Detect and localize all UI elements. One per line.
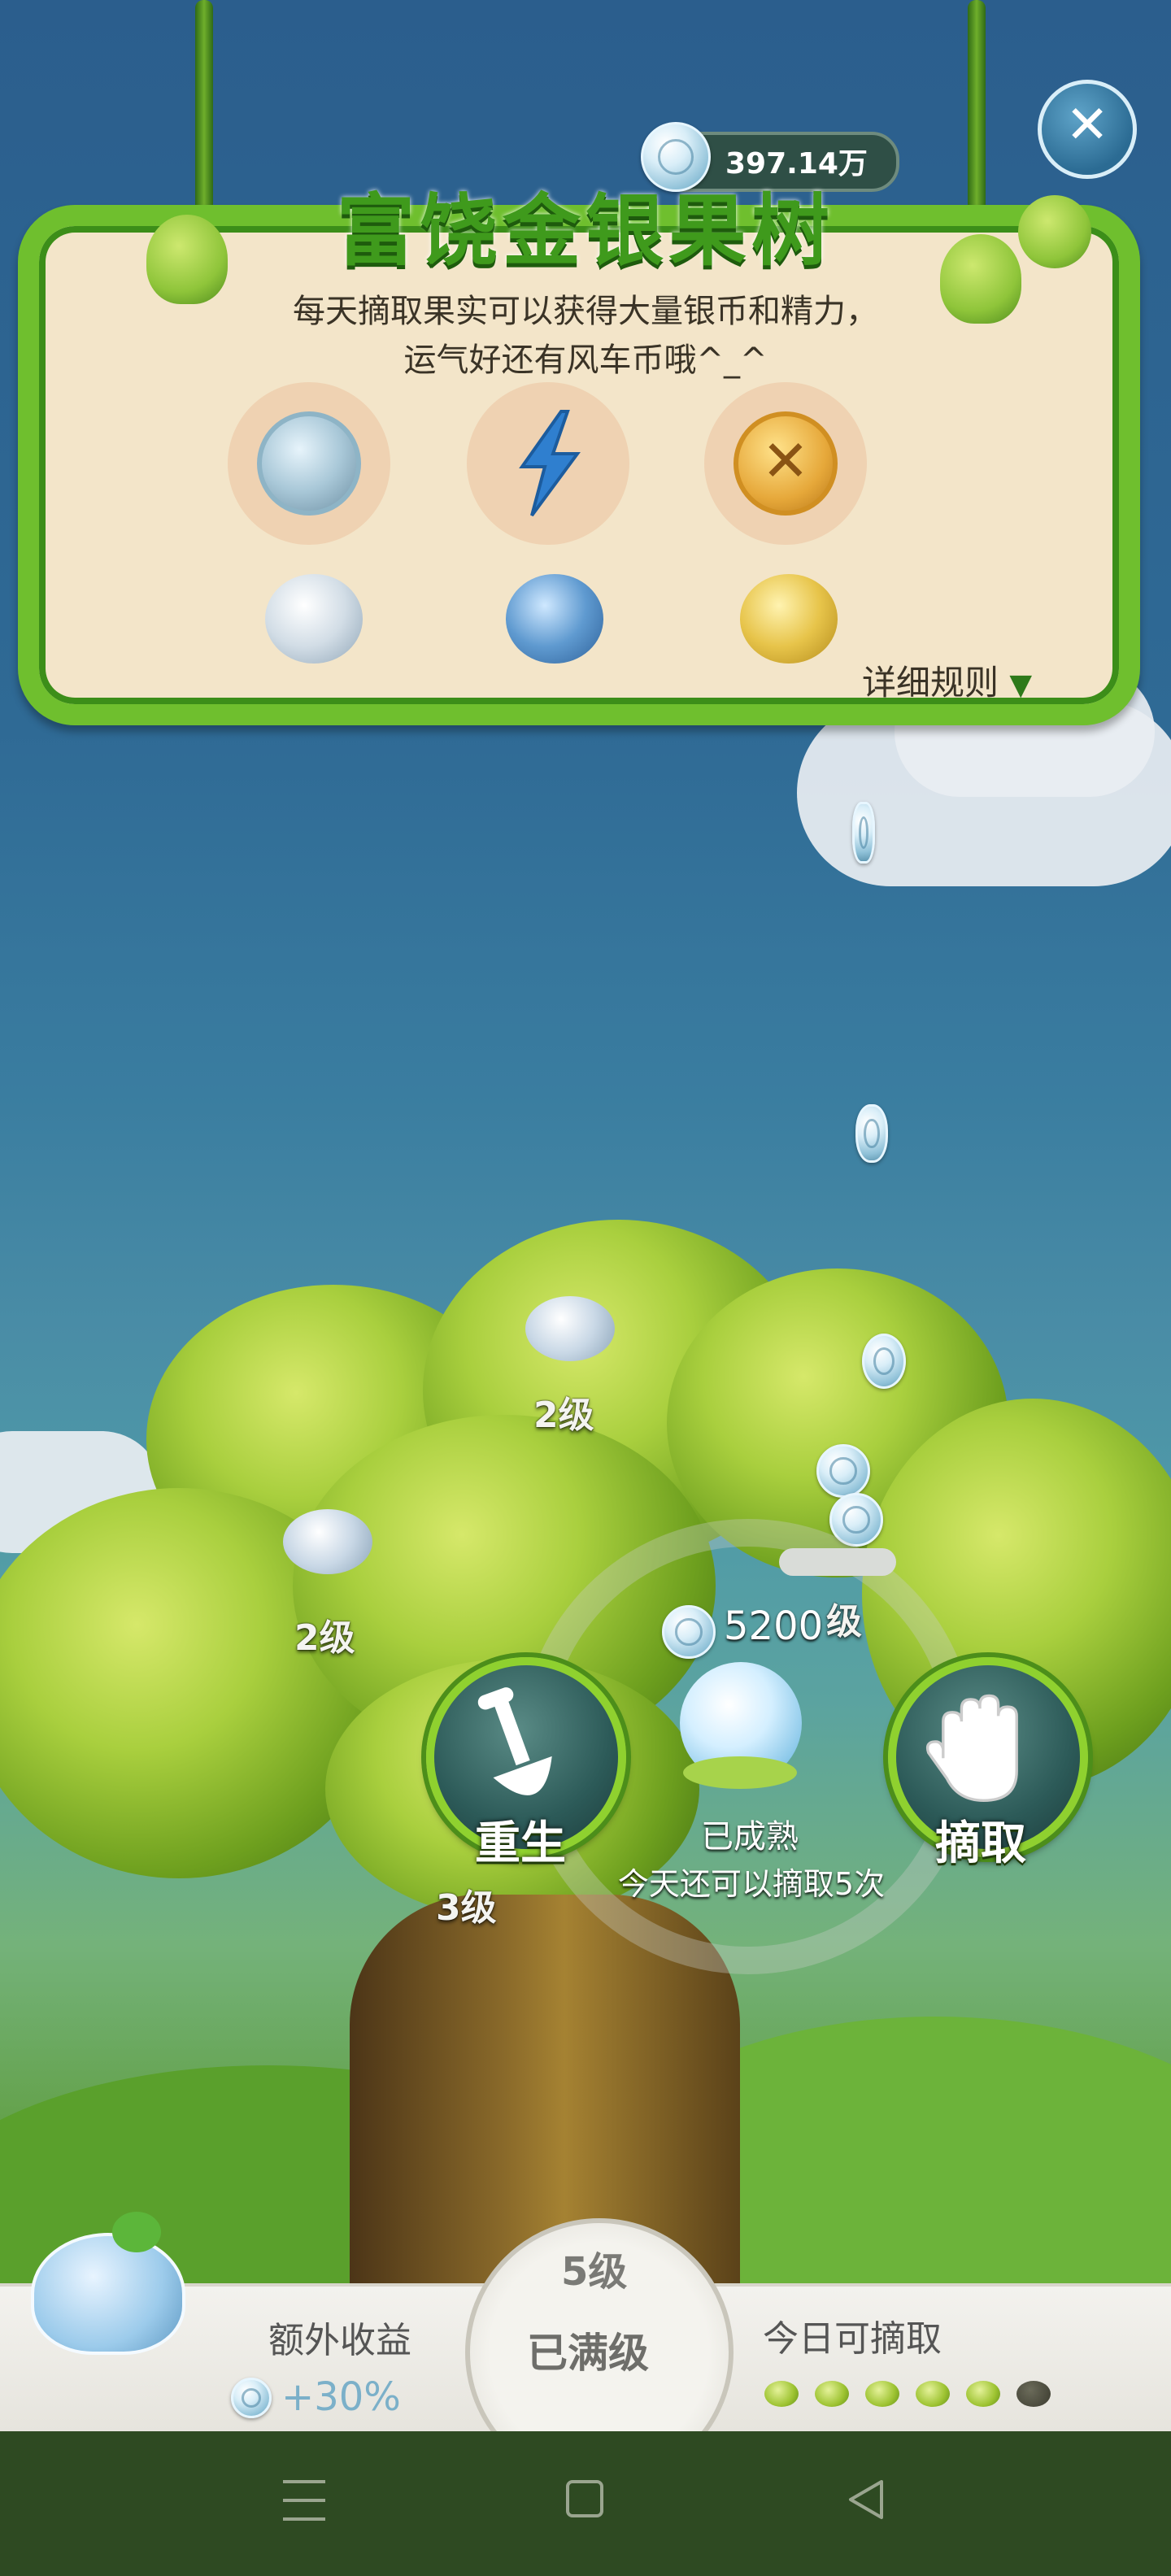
remaining-picks: 今天还可以摘取5次 bbox=[617, 1866, 886, 1902]
reward-slot bbox=[228, 382, 390, 545]
frog-icon bbox=[112, 2212, 161, 2252]
floating-coin bbox=[852, 802, 875, 864]
menu-icon bbox=[283, 2480, 325, 2521]
rules-link-label: 详细规则 bbox=[862, 663, 999, 703]
leaf-base bbox=[683, 1756, 797, 1789]
silver-fruit-icon bbox=[265, 574, 363, 664]
chevron-down-icon: ▼ bbox=[1009, 668, 1033, 702]
leaf-decoration bbox=[1018, 195, 1091, 268]
rebirth-label: 重生 bbox=[475, 1817, 566, 1870]
seed-available bbox=[815, 2381, 849, 2407]
back-icon bbox=[849, 2480, 883, 2519]
reward-slot bbox=[467, 382, 629, 545]
seed-used bbox=[1016, 2381, 1051, 2407]
close-icon: ✕ bbox=[1065, 95, 1109, 155]
energy-bolt-icon bbox=[519, 410, 581, 517]
progress-pill bbox=[779, 1548, 896, 1576]
system-nav-bar bbox=[0, 2431, 1171, 2576]
extra-income-value: +30% bbox=[281, 2374, 401, 2420]
floating-coin bbox=[862, 1334, 906, 1389]
silver-coin-icon bbox=[257, 411, 361, 516]
windmill-coin-icon: ✕ bbox=[734, 411, 838, 516]
seed-available bbox=[764, 2381, 799, 2407]
home-button[interactable] bbox=[566, 2480, 603, 2517]
extra-income-label: 额外收益 bbox=[268, 2320, 411, 2361]
reward-coin-icon bbox=[662, 1605, 716, 1659]
today-picks-label: 今日可摘取 bbox=[763, 2318, 942, 2360]
level-value: 5级 bbox=[561, 2249, 628, 2295]
floating-coin bbox=[855, 1104, 888, 1163]
back-button[interactable] bbox=[842, 2477, 891, 2522]
reward-amount: 5200 bbox=[724, 1603, 824, 1649]
description-line-2: 运气好还有风车币哦^_^ bbox=[403, 342, 768, 379]
rules-link[interactable]: 详细规则 ▼ bbox=[862, 655, 1032, 705]
reward-slot: ✕ bbox=[704, 382, 867, 545]
today-picks-indicator bbox=[764, 2374, 1057, 2413]
branch-level-label: 3级 bbox=[436, 1887, 497, 1929]
page-title: 富饶金银果树 bbox=[337, 185, 834, 276]
watering-can-icon bbox=[31, 2233, 185, 2355]
seed-available bbox=[865, 2381, 899, 2407]
tree-fruit[interactable] bbox=[525, 1296, 615, 1361]
seed-available bbox=[916, 2381, 950, 2407]
level-status: 已满级 bbox=[527, 2330, 649, 2377]
blue-fruit-icon bbox=[506, 574, 603, 664]
silver-coin-icon bbox=[231, 2378, 272, 2418]
branch-level-label: 2级 bbox=[294, 1617, 355, 1659]
floating-coin bbox=[816, 1444, 870, 1498]
pick-label: 摘取 bbox=[935, 1817, 1026, 1870]
fruit-status: 已成熟 bbox=[701, 1818, 799, 1856]
menu-button[interactable] bbox=[283, 2480, 325, 2521]
seed-available bbox=[966, 2381, 1000, 2407]
watering-can-button[interactable] bbox=[15, 2208, 203, 2363]
tree-fruit[interactable] bbox=[283, 1509, 372, 1574]
branch-level-label: 2级 bbox=[533, 1395, 594, 1436]
gold-fruit-icon bbox=[740, 574, 838, 664]
close-button[interactable]: ✕ bbox=[1038, 80, 1137, 179]
description-line-1: 每天摘取果实可以获得大量银币和精力， bbox=[293, 293, 878, 330]
